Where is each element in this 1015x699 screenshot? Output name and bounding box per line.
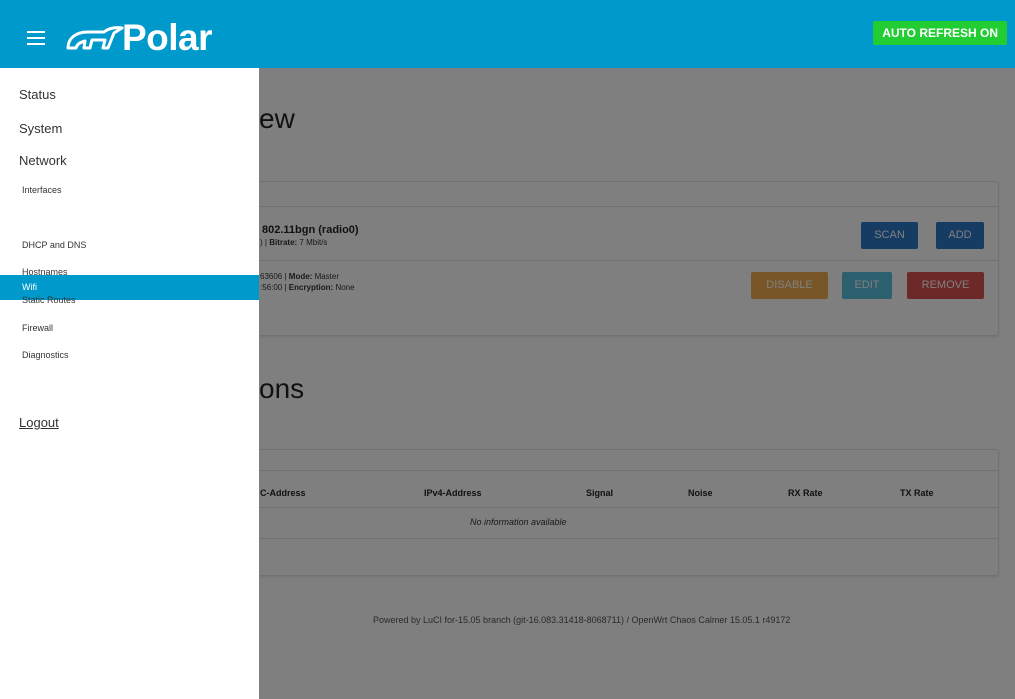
sidebar-item-network[interactable]: Network — [19, 153, 67, 168]
sidebar-subitem-interfaces[interactable]: Interfaces — [22, 185, 62, 195]
sidebar-subitem-hostnames[interactable]: Hostnames — [22, 267, 68, 277]
sidebar-subitem-diagnostics[interactable]: Diagnostics — [22, 350, 69, 360]
sidebar-subitem-dhcp-dns[interactable]: DHCP and DNS — [22, 240, 86, 250]
polar-bear-icon — [66, 26, 124, 50]
menu-icon[interactable] — [27, 31, 45, 47]
sidebar-subitem-static-routes[interactable]: Static Routes — [22, 295, 76, 305]
brand-logo[interactable]: Polar — [62, 17, 213, 58]
brand-name: Polar — [122, 17, 213, 58]
sidebar-item-status[interactable]: Status — [19, 87, 56, 102]
sidebar-subitem-wifi-label: Wifi — [22, 282, 37, 292]
top-bar: Polar AUTO REFRESH ON — [0, 0, 1015, 68]
sidebar-item-system[interactable]: System — [19, 121, 62, 136]
sidebar-subitem-firewall[interactable]: Firewall — [22, 323, 53, 333]
sidebar: Status System Network Interfaces Wifi DH… — [0, 68, 259, 699]
auto-refresh-button[interactable]: AUTO REFRESH ON — [873, 21, 1007, 45]
logout-link[interactable]: Logout — [19, 415, 59, 430]
